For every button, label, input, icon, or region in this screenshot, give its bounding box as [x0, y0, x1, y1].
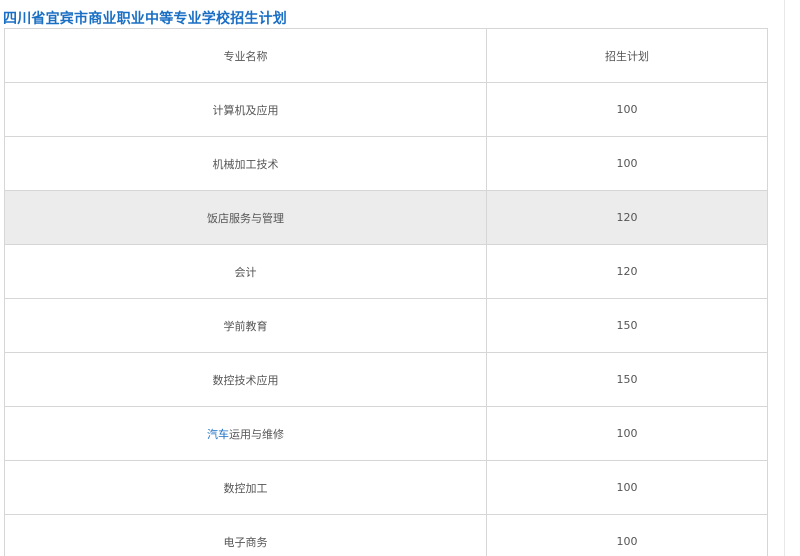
enrollment-count-cell: 150 [486, 352, 768, 407]
table-header-row: 专业名称 招生计划 [4, 28, 768, 83]
content-right-border [784, 0, 785, 556]
major-name-cell: 计算机及应用 [4, 82, 487, 137]
major-name-cell: 数控加工 [4, 460, 487, 515]
major-name-cell: 数控技术应用 [4, 352, 487, 407]
major-name-cell: 会计 [4, 244, 487, 299]
table-row: 学前教育 150 [4, 298, 768, 353]
enrollment-count-cell: 120 [486, 244, 768, 299]
table-row: 数控加工 100 [4, 460, 768, 515]
header-enrollment-plan: 招生计划 [486, 28, 768, 83]
table-row: 计算机及应用 100 [4, 82, 768, 137]
header-major-name: 专业名称 [4, 28, 487, 83]
major-name-cell: 电子商务 [4, 514, 487, 556]
table-row-hovered[interactable]: 饭店服务与管理 120 [4, 190, 768, 245]
enrollment-count-cell: 100 [486, 406, 768, 461]
auto-keyword-link[interactable]: 汽车 [207, 428, 229, 441]
major-name-rest: 运用与维修 [229, 427, 284, 441]
major-name-cell: 汽车运用与维修 [4, 406, 487, 461]
enrollment-count-cell: 100 [486, 514, 768, 556]
page: 四川省宜宾市商业职业中等专业学校招生计划 专业名称 招生计划 计算机及应用 10… [0, 0, 800, 556]
page-title: 四川省宜宾市商业职业中等专业学校招生计划 [3, 11, 287, 27]
major-name-cell: 机械加工技术 [4, 136, 487, 191]
table-row: 汽车运用与维修 100 [4, 406, 768, 461]
major-name-cell: 学前教育 [4, 298, 487, 353]
enrollment-plan-table: 专业名称 招生计划 计算机及应用 100 机械加工技术 100 饭店服务与管理 … [4, 28, 768, 556]
table-row: 电子商务 100 [4, 514, 768, 556]
enrollment-count-cell: 120 [486, 190, 768, 245]
table-row: 会计 120 [4, 244, 768, 299]
table-row: 数控技术应用 150 [4, 352, 768, 407]
enrollment-count-cell: 100 [486, 136, 768, 191]
enrollment-count-cell: 100 [486, 460, 768, 515]
table-row: 机械加工技术 100 [4, 136, 768, 191]
major-name-cell: 饭店服务与管理 [4, 190, 487, 245]
enrollment-count-cell: 100 [486, 82, 768, 137]
enrollment-count-cell: 150 [486, 298, 768, 353]
